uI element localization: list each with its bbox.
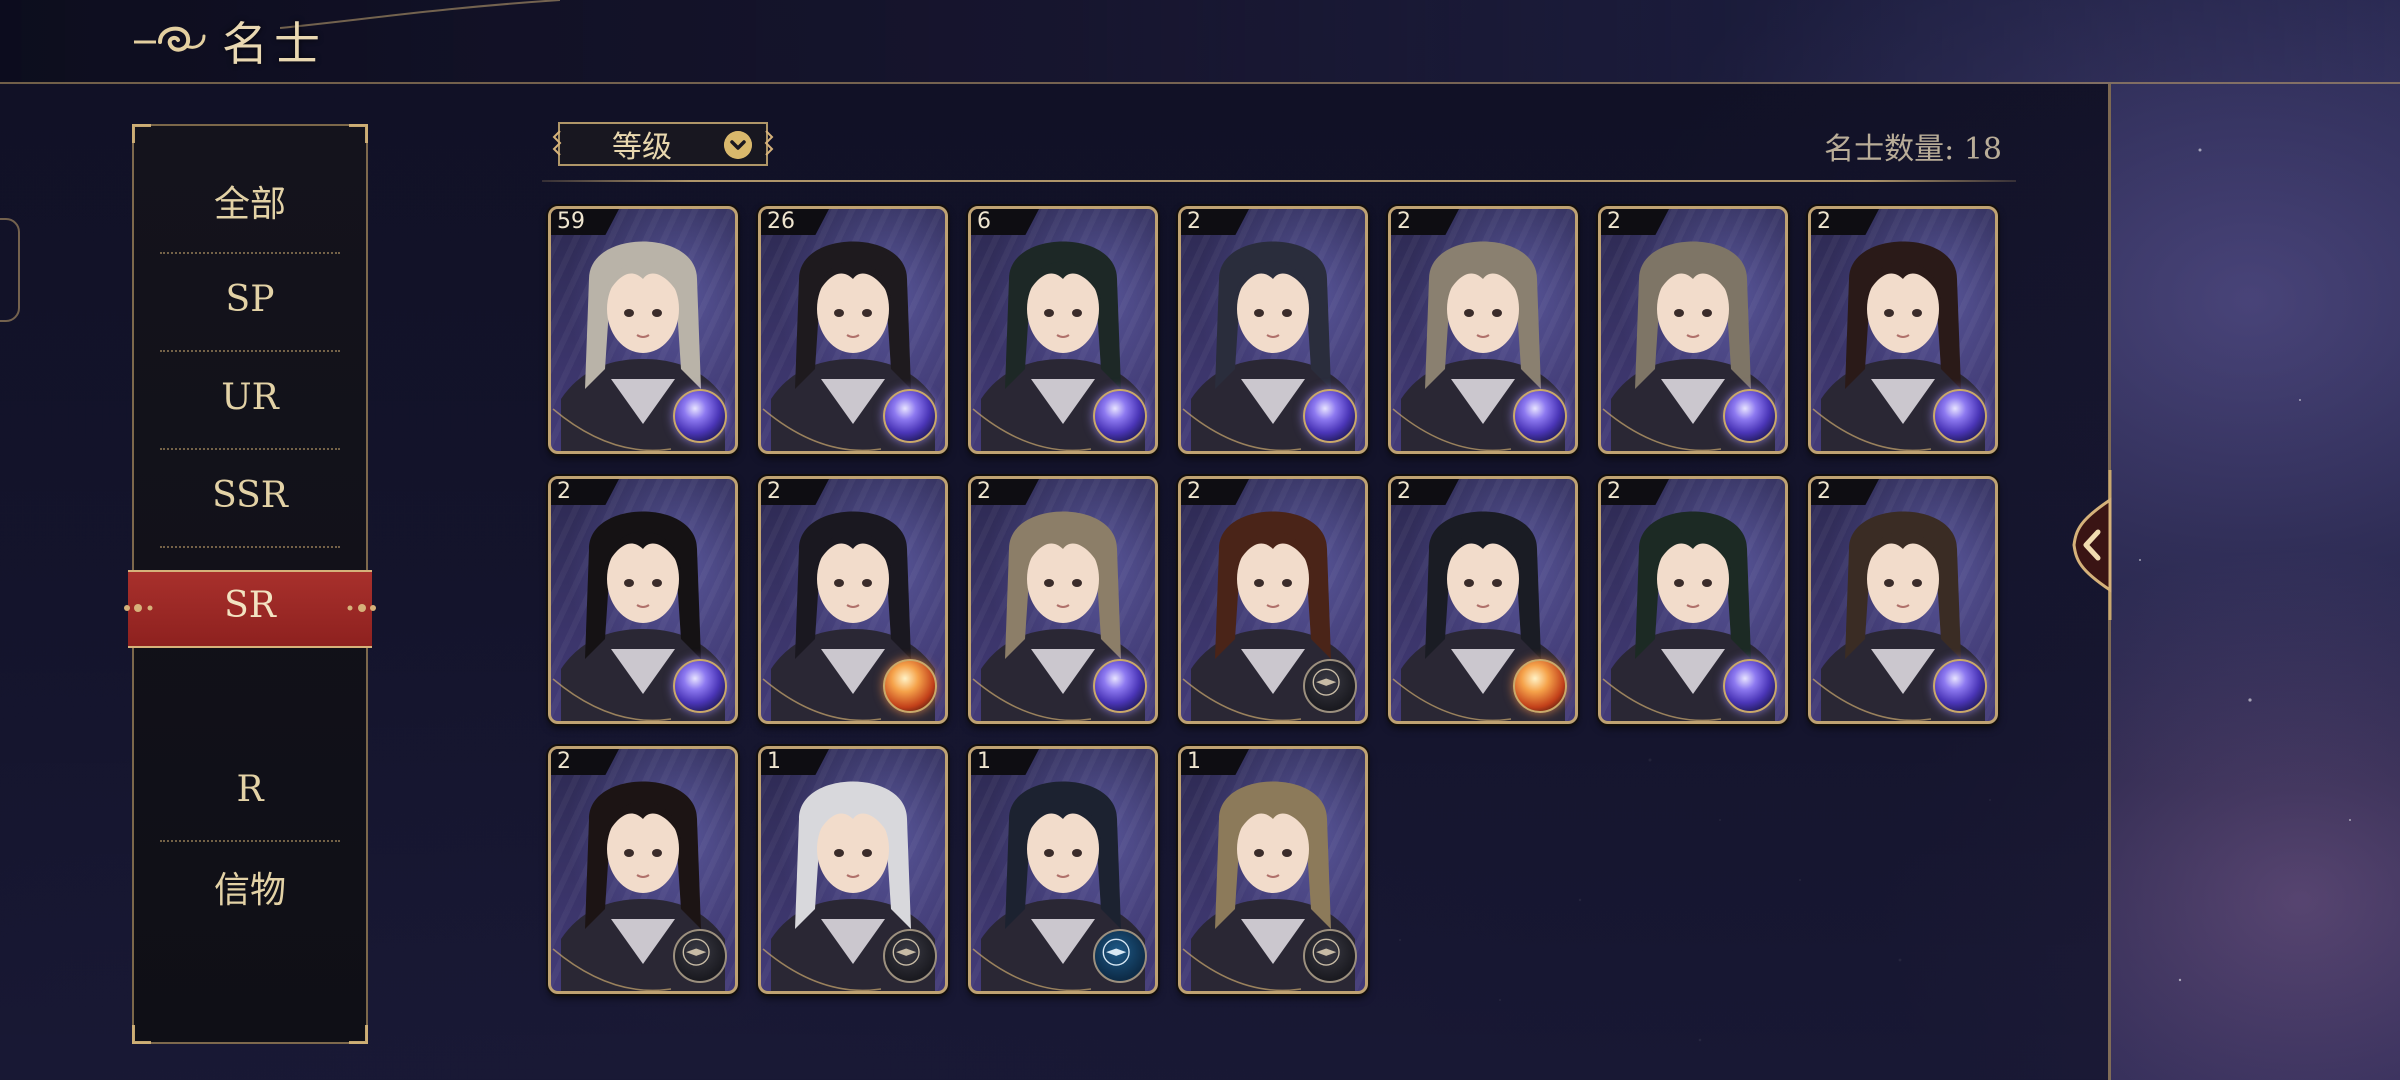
sort-label: 等级 — [612, 130, 672, 165]
filter-keepsake[interactable]: 信物 — [134, 842, 366, 940]
blue-orb-icon — [1933, 659, 1987, 713]
orange-orb-icon — [883, 659, 937, 713]
hero-card[interactable]: 2 — [1598, 206, 1788, 454]
corner-ornament — [132, 124, 151, 143]
filter-label: SSR — [212, 474, 288, 516]
hero-card[interactable]: 1 — [758, 746, 948, 994]
filter-sr[interactable]: SR — [124, 570, 376, 648]
hero-card[interactable]: 2 — [1388, 476, 1578, 724]
blue-orb-icon — [673, 389, 727, 443]
hero-card[interactable]: 59 — [548, 206, 738, 454]
left-edge-notch — [0, 218, 20, 322]
filter-ur[interactable]: UR — [134, 352, 366, 450]
page-title: 名士 — [222, 17, 326, 71]
collapse-arrow-tab[interactable] — [2070, 470, 2120, 620]
hero-card[interactable]: 2 — [1178, 206, 1368, 454]
blue-orb-icon — [1513, 389, 1567, 443]
corner-ornament — [132, 1025, 151, 1044]
hero-card[interactable]: 1 — [968, 746, 1158, 994]
filter-all[interactable]: 全部 — [134, 156, 366, 254]
filter-label: R — [236, 768, 264, 810]
bracket-ornament-icon — [764, 130, 774, 156]
compass-icon — [1303, 659, 1357, 713]
filter-ssr[interactable]: SSR — [134, 450, 366, 548]
header-divider — [542, 180, 2016, 182]
corner-ornament — [349, 1025, 368, 1044]
chevron-down-icon — [724, 131, 752, 159]
blue-orb-icon — [673, 659, 727, 713]
blue-orb-icon — [1303, 389, 1357, 443]
hero-card[interactable]: 2 — [1388, 206, 1578, 454]
hero-card[interactable]: 2 — [1598, 476, 1788, 724]
hero-card[interactable]: 1 — [1178, 746, 1368, 994]
filter-r[interactable]: R — [134, 744, 366, 842]
hero-card[interactable]: 2 — [758, 476, 948, 724]
compass-icon — [883, 929, 937, 983]
hero-card[interactable]: 2 — [1178, 476, 1368, 724]
hero-card[interactable]: 6 — [968, 206, 1158, 454]
blue-orb-icon — [883, 389, 937, 443]
dotted-divider — [160, 546, 340, 548]
hero-card[interactable]: 2 — [548, 476, 738, 724]
blue-orb-icon — [1093, 659, 1147, 713]
hero-card[interactable]: 26 — [758, 206, 948, 454]
hero-card[interactable]: 2 — [1808, 206, 1998, 454]
bead-ornament-icon — [124, 604, 153, 612]
blue-orb-icon — [1723, 659, 1777, 713]
hero-card[interactable]: 2 — [968, 476, 1158, 724]
filter-sp[interactable]: SP — [134, 254, 366, 352]
orange-orb-icon — [1513, 659, 1567, 713]
sort-dropdown[interactable]: 等级 — [552, 122, 774, 166]
rarity-filter-sidebar: 全部 SP UR SSR SR R 信物 — [124, 124, 376, 1044]
game-screen: 名士 全部 SP UR SSR SR R 信物 等级 名士数量: 18 59 2… — [0, 0, 2400, 1080]
filter-label: 信物 — [213, 870, 286, 911]
cloud-swirl-icon — [134, 26, 206, 52]
bracket-ornament-icon — [552, 130, 562, 156]
hero-count: 名士数量: 18 — [1824, 132, 2002, 167]
bead-ornament-icon — [347, 604, 376, 612]
compass-icon — [1303, 929, 1357, 983]
compass-icon — [673, 929, 727, 983]
top-header: 名士 — [0, 0, 2400, 84]
corner-ornament — [349, 124, 368, 143]
teal-compass-icon — [1093, 929, 1147, 983]
blue-orb-icon — [1723, 389, 1777, 443]
filter-label: 全部 — [213, 184, 286, 225]
filter-label: SR — [224, 584, 276, 626]
blue-orb-icon — [1933, 389, 1987, 443]
hero-card[interactable]: 2 — [548, 746, 738, 994]
filter-label: SP — [225, 278, 275, 320]
filter-label: UR — [221, 376, 279, 418]
hero-card[interactable]: 2 — [1808, 476, 1998, 724]
blue-orb-icon — [1093, 389, 1147, 443]
